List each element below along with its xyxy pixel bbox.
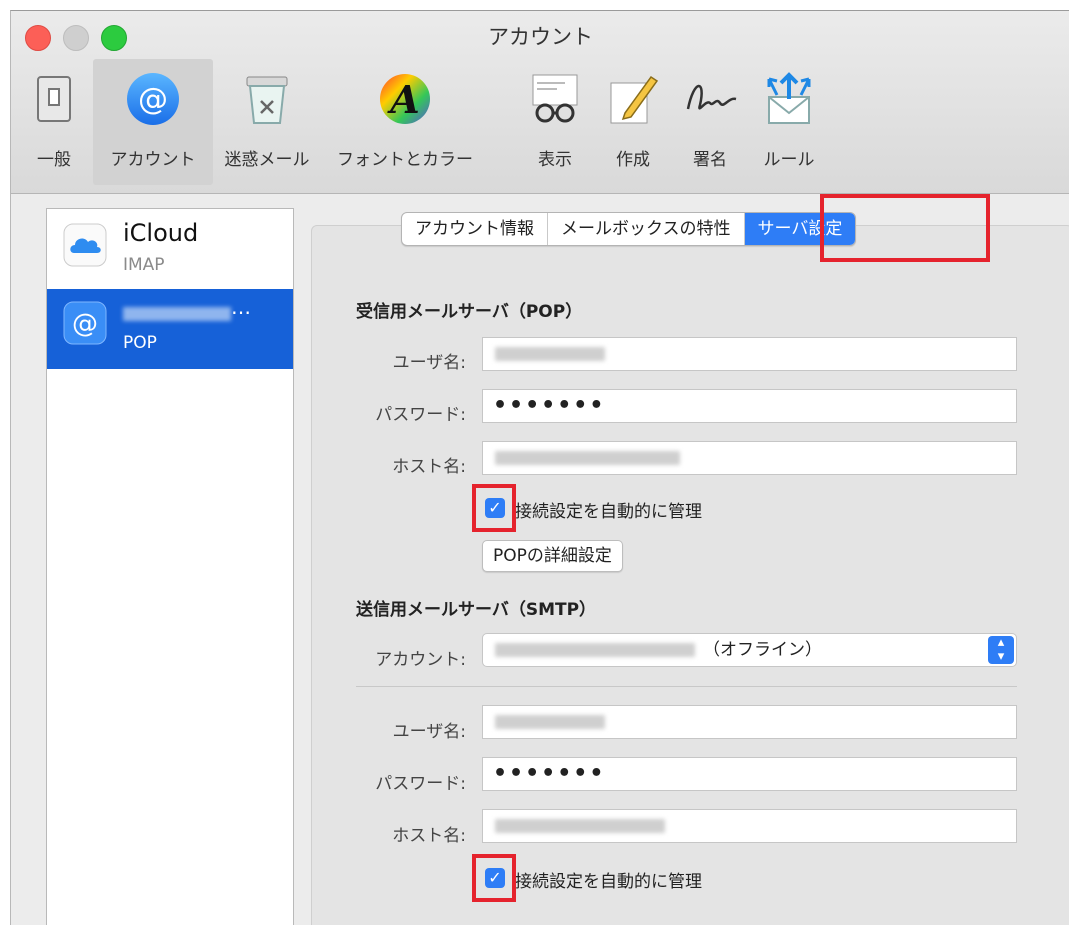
highlight-box-outgoing-checkbox [472,854,516,902]
account-type: IMAP [123,255,165,275]
outgoing-username-field[interactable] [482,705,1017,739]
tab-account-info[interactable]: アカウント情報 [402,213,548,245]
outgoing-password-field[interactable]: ••••••• [482,757,1017,791]
incoming-host-field[interactable] [482,441,1017,475]
outgoing-host-field[interactable] [482,809,1017,843]
account-list: iCloud IMAP @ … POP [46,208,294,925]
account-type: POP [123,333,157,353]
pop-advanced-settings-button[interactable]: POPの詳細設定 [482,540,623,572]
outgoing-account-select[interactable]: （オフライン） ▴ ▾ [482,633,1017,667]
incoming-password-field[interactable]: ••••••• [482,389,1017,423]
at-sign-icon: @ [63,301,107,345]
glasses-icon [532,74,578,123]
toolbar-item-fonts-colors[interactable]: A フォントとカラー [325,59,485,185]
tab-mailbox-behaviors[interactable]: メールボックスの特性 [548,213,745,245]
redacted-account-name [123,307,231,321]
cloud-icon [63,223,107,267]
divider [356,686,1017,687]
select-stepper-icon: ▴ ▾ [988,636,1014,664]
incoming-username-label: ユーザ名: [392,353,466,373]
toolbar-item-accounts[interactable]: @ アカウント [93,59,213,185]
account-name: iCloud [123,219,199,247]
incoming-auto-manage-label: 接続設定を自動的に管理 [515,502,702,522]
at-sign-icon: @ [127,73,179,125]
account-row-pop[interactable]: @ … POP [47,289,293,369]
outgoing-password-label: パスワード: [375,774,466,794]
toolbar-item-label: 一般 [37,150,71,170]
incoming-server-title: 受信用メールサーバ（POP） [356,302,583,322]
account-row-icloud[interactable]: iCloud IMAP [47,209,293,289]
toolbar-item-label: 署名 [693,150,727,170]
toolbar-item-label: 迷惑メール [224,150,310,170]
incoming-username-field[interactable] [482,337,1017,371]
redacted-value [495,347,605,361]
junk-trash-icon [246,76,288,124]
outgoing-account-status: （オフライン） [703,640,822,660]
account-name-ellipsis: … [231,295,251,319]
highlight-box-incoming-checkbox [472,484,516,532]
rules-envelope-icon [767,72,811,124]
redacted-value [495,819,665,833]
toolbar-item-label: ルール [763,150,815,170]
toolbar-item-general[interactable]: 一般 [19,59,89,185]
outgoing-server-title: 送信用メールサーバ（SMTP） [356,600,597,620]
outgoing-username-label: ユーザ名: [392,722,466,742]
toolbar-item-signatures[interactable]: 署名 [675,59,745,185]
outgoing-auto-manage-label: 接続設定を自動的に管理 [515,872,702,892]
toolbar: アカウント 一般 @ アカウント 迷惑メール A フォントとカラー 表示 作成 … [11,11,1069,194]
toolbar-item-label: 表示 [538,150,572,170]
window-title: アカウント [488,25,593,49]
incoming-password-label: パスワード: [375,405,466,425]
incoming-host-label: ホスト名: [392,457,466,477]
toolbar-item-label: フォントとカラー [337,150,473,170]
redacted-value [495,643,695,657]
toolbar-item-junk[interactable]: 迷惑メール [217,59,317,185]
svg-text:@: @ [138,82,168,117]
toolbar-item-rules[interactable]: ルール [749,59,829,185]
svg-text:@: @ [72,309,98,339]
outgoing-account-label: アカウント: [375,650,466,670]
signature-icon [686,84,737,110]
preferences-window: アカウント 一般 @ アカウント 迷惑メール A フォントとカラー 表示 作成 … [10,10,1069,925]
general-switch-icon [37,76,71,122]
svg-text:A: A [387,77,419,122]
redacted-value [495,451,680,465]
toolbar-item-viewing[interactable]: 表示 [519,59,591,185]
outgoing-host-label: ホスト名: [392,826,466,846]
toolbar-item-composing[interactable]: 作成 [597,59,669,185]
highlight-box-server-tab [820,194,990,262]
toolbar-item-label: 作成 [616,150,650,170]
compose-pencil-icon [610,75,659,124]
fonts-colors-icon: A [380,74,430,124]
account-tabs: アカウント情報 メールボックスの特性 サーバ設定 [401,212,857,246]
toolbar-item-label: アカウント [110,150,196,170]
redacted-value [495,715,605,729]
